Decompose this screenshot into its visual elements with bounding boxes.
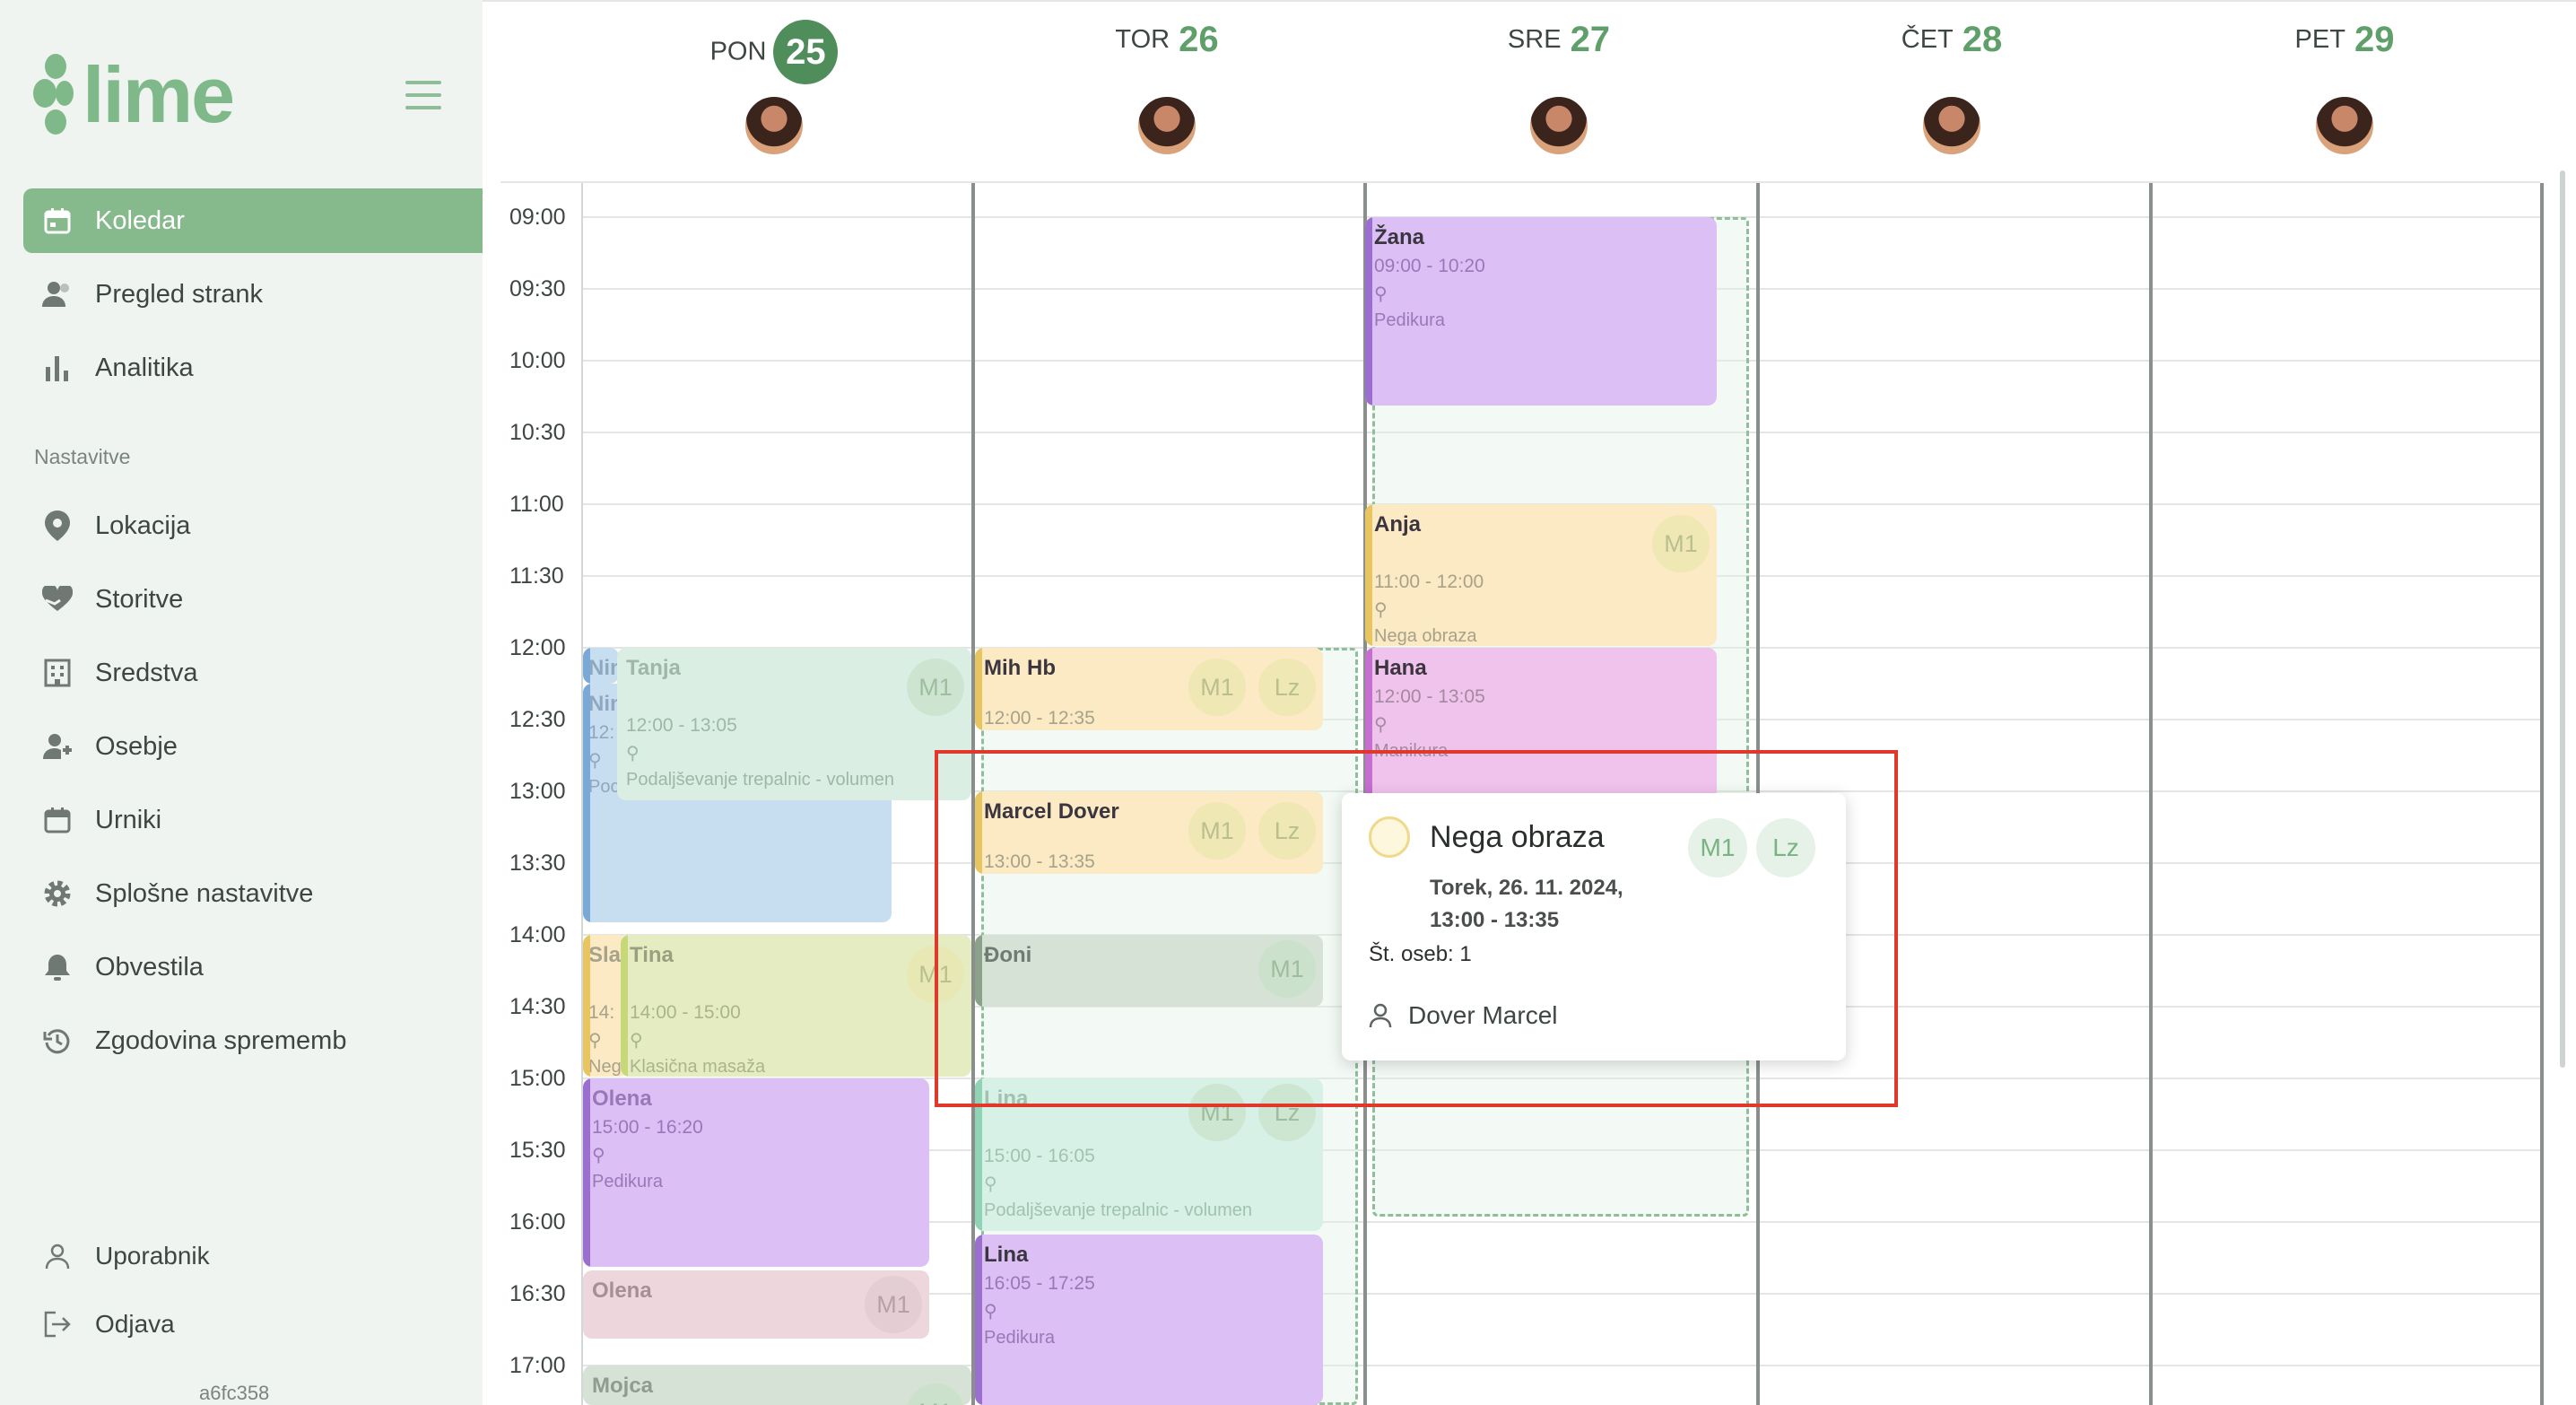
- lime-logo-icon: [33, 54, 74, 135]
- sidebar-item-label: Zgodovina sprememb: [95, 1025, 347, 1055]
- day-header-pet[interactable]: PET 29: [2210, 20, 2479, 60]
- sidebar-item-label: Splošne nastavitve: [95, 878, 314, 908]
- staff-avatar[interactable]: [1136, 95, 1197, 156]
- sidebar-item-label: Obvestila: [95, 952, 204, 982]
- version-label: a6fc358: [199, 1382, 270, 1404]
- menu-toggle-button[interactable]: [405, 81, 441, 109]
- staff-avatar[interactable]: [1528, 95, 1589, 156]
- highlight-box: [935, 750, 1898, 1107]
- user-icon: [41, 1240, 74, 1272]
- staff-avatar[interactable]: [2314, 95, 2375, 156]
- event-zana[interactable]: Žana 09:00 - 10:20 ⚲ Pedikura: [1365, 217, 1717, 406]
- staff-avatar[interactable]: [1921, 95, 1982, 156]
- event-olena[interactable]: Olena M1: [583, 1270, 929, 1339]
- sidebar-item-label: Pregled strank: [95, 279, 263, 309]
- bell-icon: [41, 951, 74, 983]
- sidebar-item-koledar[interactable]: Koledar: [23, 188, 483, 253]
- event-anja[interactable]: Anja 11:00 - 12:00 ⚲ Nega obraza M1: [1365, 504, 1717, 646]
- event-tanja[interactable]: Tanja 12:00 - 13:05 ⚲ Podaljševanje trep…: [617, 648, 971, 800]
- location-pin-icon: [41, 510, 74, 542]
- resource-badge: M1: [865, 1276, 922, 1333]
- sidebar-item-lokacija[interactable]: Lokacija: [23, 493, 483, 558]
- sidebar-item-label: Lokacija: [95, 511, 191, 540]
- sidebar-item-odjava[interactable]: Odjava: [23, 1292, 483, 1357]
- sidebar-item-label: Uporabnik: [95, 1242, 210, 1270]
- sidebar-item-analitika[interactable]: Analitika: [23, 336, 483, 400]
- heart-hand-icon: [41, 583, 74, 615]
- building-icon: [41, 657, 74, 689]
- calendar-week-view: PON 25 TOR 26 SRE 27 ČET 28 PET 29 09:00 09:3…: [483, 0, 2576, 1405]
- sidebar-item-label: Koledar: [95, 205, 185, 235]
- person-icon: ⚲: [984, 1174, 997, 1195]
- event-lina[interactable]: Lina 16:05 - 17:25 ⚲ Pedikura: [975, 1235, 1323, 1405]
- person-icon: ⚲: [630, 1031, 643, 1052]
- sidebar-item-label: Analitika: [95, 353, 194, 382]
- resource-badge: M1: [1188, 659, 1246, 716]
- sidebar-item-splosne-nastavitve[interactable]: Splošne nastavitve: [23, 861, 483, 926]
- event-tina[interactable]: Tina 14:00 - 15:00 ⚲ Klasična masaža M1: [621, 935, 971, 1077]
- sidebar-item-uporabnik[interactable]: Uporabnik: [23, 1224, 483, 1288]
- sidebar-item-label: Sredstva: [95, 658, 198, 687]
- lime-logo[interactable]: lime: [32, 50, 235, 139]
- day-header-sre[interactable]: SRE 27: [1424, 20, 1693, 60]
- gear-icon: [41, 877, 74, 910]
- history-icon: [41, 1025, 74, 1057]
- sidebar: lime Koledar Pregled strank Analitika Na…: [0, 0, 483, 1405]
- person-icon: ⚲: [1374, 284, 1388, 305]
- person-icon: ⚲: [592, 1146, 605, 1166]
- event-nin[interactable]: Nin: [583, 648, 619, 684]
- calendar-icon: [41, 205, 74, 237]
- person-icon: ⚲: [588, 1031, 602, 1052]
- users-icon: [41, 278, 74, 310]
- event-olena[interactable]: Olena 15:00 - 16:20 ⚲ Pedikura: [583, 1078, 929, 1267]
- sidebar-item-sredstva[interactable]: Sredstva: [23, 641, 483, 705]
- sidebar-item-label: Osebje: [95, 731, 178, 761]
- sidebar-item-label: Urniki: [95, 805, 162, 834]
- sidebar-item-label: Odjava: [95, 1310, 175, 1338]
- day-header-tor[interactable]: TOR 26: [1032, 20, 1301, 60]
- today-marker: 25: [773, 20, 839, 84]
- event-mih-hb[interactable]: Mih Hb 12:00 - 12:35 M1 Lz: [975, 648, 1323, 730]
- person-icon: ⚲: [1374, 715, 1388, 736]
- sidebar-item-osebje[interactable]: Osebje: [23, 714, 483, 779]
- staff-icon: [41, 730, 74, 763]
- person-icon: ⚲: [984, 1302, 997, 1322]
- day-header-cet[interactable]: ČET 28: [1817, 20, 2086, 60]
- logout-icon: [41, 1308, 74, 1340]
- day-header-pon[interactable]: PON 25: [640, 20, 909, 84]
- sidebar-item-urniki[interactable]: Urniki: [23, 788, 483, 852]
- person-icon: ⚲: [1374, 600, 1388, 621]
- sidebar-item-obvestila[interactable]: Obvestila: [23, 935, 483, 999]
- resource-badge: M1: [1652, 515, 1710, 572]
- staff-avatar[interactable]: [744, 95, 805, 156]
- bar-chart-icon: [41, 352, 74, 384]
- event-mojca[interactable]: Mojca M1: [583, 1366, 971, 1405]
- settings-section-label: Nastavitve: [34, 445, 131, 468]
- person-icon: ⚲: [626, 744, 640, 764]
- app-name: lime: [83, 50, 235, 139]
- resource-badge: Lz: [1258, 659, 1316, 716]
- sidebar-item-storitve[interactable]: Storitve: [23, 567, 483, 632]
- resource-badge: M1: [907, 659, 964, 716]
- calendar-icon: [41, 804, 74, 836]
- scrollbar[interactable]: [2560, 170, 2565, 1068]
- sidebar-item-label: Storitve: [95, 584, 184, 614]
- sidebar-item-zgodovina-sprememb[interactable]: Zgodovina sprememb: [23, 1008, 483, 1073]
- sidebar-item-pregled-strank[interactable]: Pregled strank: [23, 262, 483, 327]
